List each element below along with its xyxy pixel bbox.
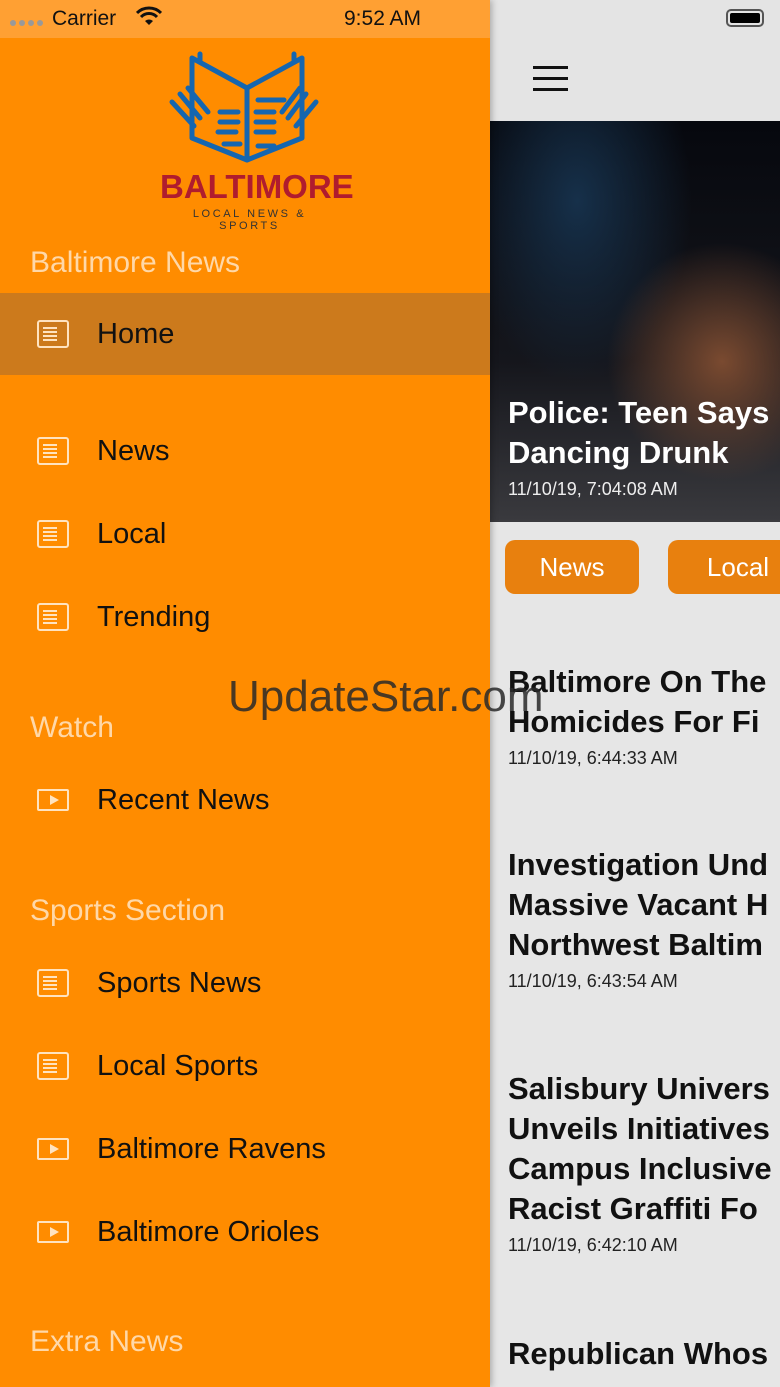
section-header-extra-news: Extra News [30, 1325, 184, 1358]
video-icon [37, 1138, 69, 1160]
drawer-item-trending[interactable]: Trending [0, 576, 490, 658]
drawer-item-sports-news[interactable]: Sports News [0, 942, 490, 1024]
section-header-sports: Sports Section [30, 894, 226, 927]
featured-article[interactable]: Police: Teen Says Dancing Drunk 11/10/19,… [490, 121, 780, 522]
article-date: 11/10/19, 6:44:33 AM [508, 748, 678, 768]
carrier-label: Carrier [52, 7, 117, 30]
newspaper-icon [37, 969, 69, 997]
clock: 9:52 AM [344, 7, 422, 30]
wifi-icon [135, 6, 163, 32]
article-title: Investigation Und Massive Vacant H Northwe… [508, 847, 769, 962]
newspaper-icon [37, 520, 69, 548]
newspaper-icon [37, 1052, 69, 1080]
battery-icon [726, 9, 764, 27]
featured-date: 11/10/19, 7:04:08 AM [508, 479, 678, 499]
signal-icon [10, 20, 43, 26]
item-label: Trending [97, 600, 211, 633]
item-label: Recent News [97, 783, 270, 816]
drawer-item-home[interactable]: Home [0, 293, 490, 375]
item-label: Local Sports [97, 1049, 259, 1082]
item-label: Baltimore Ravens [97, 1132, 326, 1165]
article-title: Salisbury Univers Unveils Initiatives Camp… [508, 1071, 772, 1226]
nav-bar [490, 0, 780, 121]
logo-subtitle: LOCAL NEWS & SPORTS [192, 208, 307, 232]
article-item[interactable]: Baltimore On The Homicides For Fi 11/10/1… [508, 662, 766, 769]
chip-local[interactable]: Local [668, 540, 780, 594]
section-header-watch: Watch [30, 711, 114, 744]
drawer-item-local[interactable]: Local [0, 493, 490, 575]
section-header-baltimore-news: Baltimore News [30, 246, 241, 279]
article-item[interactable]: Investigation Und Massive Vacant H Northwe… [508, 845, 768, 992]
hamburger-menu-icon[interactable] [533, 66, 568, 99]
item-label: Local [97, 517, 167, 550]
newspaper-icon [37, 320, 69, 348]
drawer-item-news[interactable]: News [0, 410, 490, 492]
video-icon [37, 789, 69, 811]
featured-title: Police: Teen Says Dancing Drunk [508, 395, 770, 470]
newspaper-icon [37, 437, 69, 465]
chip-news[interactable]: News [505, 540, 639, 594]
article-date: 11/10/19, 6:42:10 AM [508, 1235, 678, 1255]
article-item[interactable]: Republican Whos [508, 1334, 768, 1374]
drawer-item-local-sports[interactable]: Local Sports [0, 1025, 490, 1107]
category-chips: News Local [490, 522, 780, 612]
drawer-item-ravens[interactable]: Baltimore Ravens [0, 1108, 490, 1190]
item-label: Home [97, 317, 175, 350]
article-title: Baltimore On The Homicides For Fi [508, 664, 767, 739]
newspaper-icon [37, 603, 69, 631]
article-title: Republican Whos [508, 1336, 769, 1371]
drawer-item-recent-news[interactable]: Recent News [0, 759, 490, 841]
status-bar: Carrier 9:52 AM [0, 0, 490, 38]
drawer-item-orioles[interactable]: Baltimore Orioles [0, 1191, 490, 1273]
newspaper-reader-icon [169, 51, 319, 163]
video-icon [37, 1221, 69, 1243]
app-logo: BALTIMORE LOCAL NEWS & SPORTS [160, 42, 354, 232]
article-item[interactable]: Salisbury Univers Unveils Initiatives Camp… [508, 1069, 772, 1256]
logo-title: BALTIMORE [160, 168, 354, 205]
watermark: UpdateStar.com [228, 672, 544, 721]
item-label: News [97, 434, 170, 467]
item-label: Sports News [97, 966, 262, 999]
item-label: Baltimore Orioles [97, 1215, 320, 1248]
article-date: 11/10/19, 6:43:54 AM [508, 971, 678, 991]
